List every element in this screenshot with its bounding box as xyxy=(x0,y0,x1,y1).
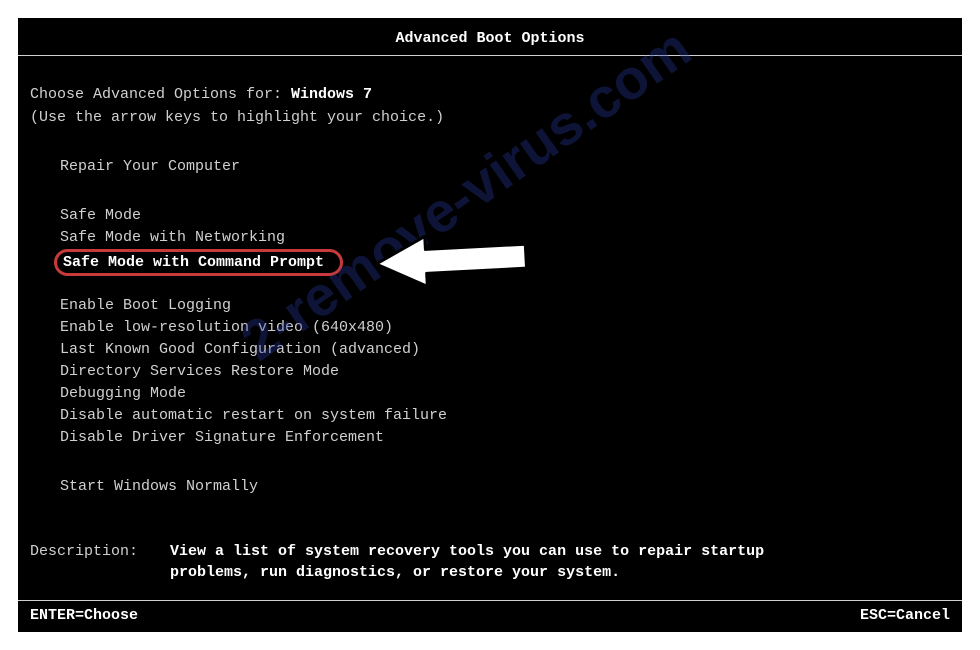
menu-item-safe-mode[interactable]: Safe Mode xyxy=(54,205,950,226)
footer-enter: ENTER=Choose xyxy=(30,605,138,626)
content-area: Choose Advanced Options for: Windows 7 (… xyxy=(18,56,962,583)
boot-options-screen: Advanced Boot Options Choose Advanced Op… xyxy=(18,18,962,632)
menu-group-advanced: Enable Boot Logging Enable low-resolutio… xyxy=(30,295,950,448)
description-label: Description: xyxy=(30,541,170,583)
menu-group-safe-mode: Safe Mode Safe Mode with Networking Safe… xyxy=(30,205,950,277)
os-name: Windows 7 xyxy=(291,86,372,103)
menu-item-repair[interactable]: Repair Your Computer xyxy=(54,156,950,177)
description-block: Description: View a list of system recov… xyxy=(30,541,950,583)
menu-item-safe-mode-networking[interactable]: Safe Mode with Networking xyxy=(54,227,950,248)
menu-item-low-res-video[interactable]: Enable low-resolution video (640x480) xyxy=(54,317,950,338)
prompt-prefix: Choose Advanced Options for: xyxy=(30,86,291,103)
prompt-line: Choose Advanced Options for: Windows 7 xyxy=(30,84,950,105)
menu-item-debugging[interactable]: Debugging Mode xyxy=(54,383,950,404)
footer-bar: ENTER=Choose ESC=Cancel xyxy=(18,600,962,632)
menu-group-repair: Repair Your Computer xyxy=(30,156,950,177)
description-text: View a list of system recovery tools you… xyxy=(170,541,790,583)
menu-item-safe-mode-cmd[interactable]: Safe Mode with Command Prompt xyxy=(54,249,343,276)
footer-esc: ESC=Cancel xyxy=(860,605,950,626)
menu-item-start-normally[interactable]: Start Windows Normally xyxy=(54,476,950,497)
menu-group-normal: Start Windows Normally xyxy=(30,476,950,497)
menu-item-boot-logging[interactable]: Enable Boot Logging xyxy=(54,295,950,316)
menu-item-disable-auto-restart[interactable]: Disable automatic restart on system fail… xyxy=(54,405,950,426)
page-title: Advanced Boot Options xyxy=(18,18,962,56)
menu-item-disable-sig-enforce[interactable]: Disable Driver Signature Enforcement xyxy=(54,427,950,448)
hint-line: (Use the arrow keys to highlight your ch… xyxy=(30,107,950,128)
menu-item-last-known-good[interactable]: Last Known Good Configuration (advanced) xyxy=(54,339,950,360)
menu-item-ds-restore[interactable]: Directory Services Restore Mode xyxy=(54,361,950,382)
